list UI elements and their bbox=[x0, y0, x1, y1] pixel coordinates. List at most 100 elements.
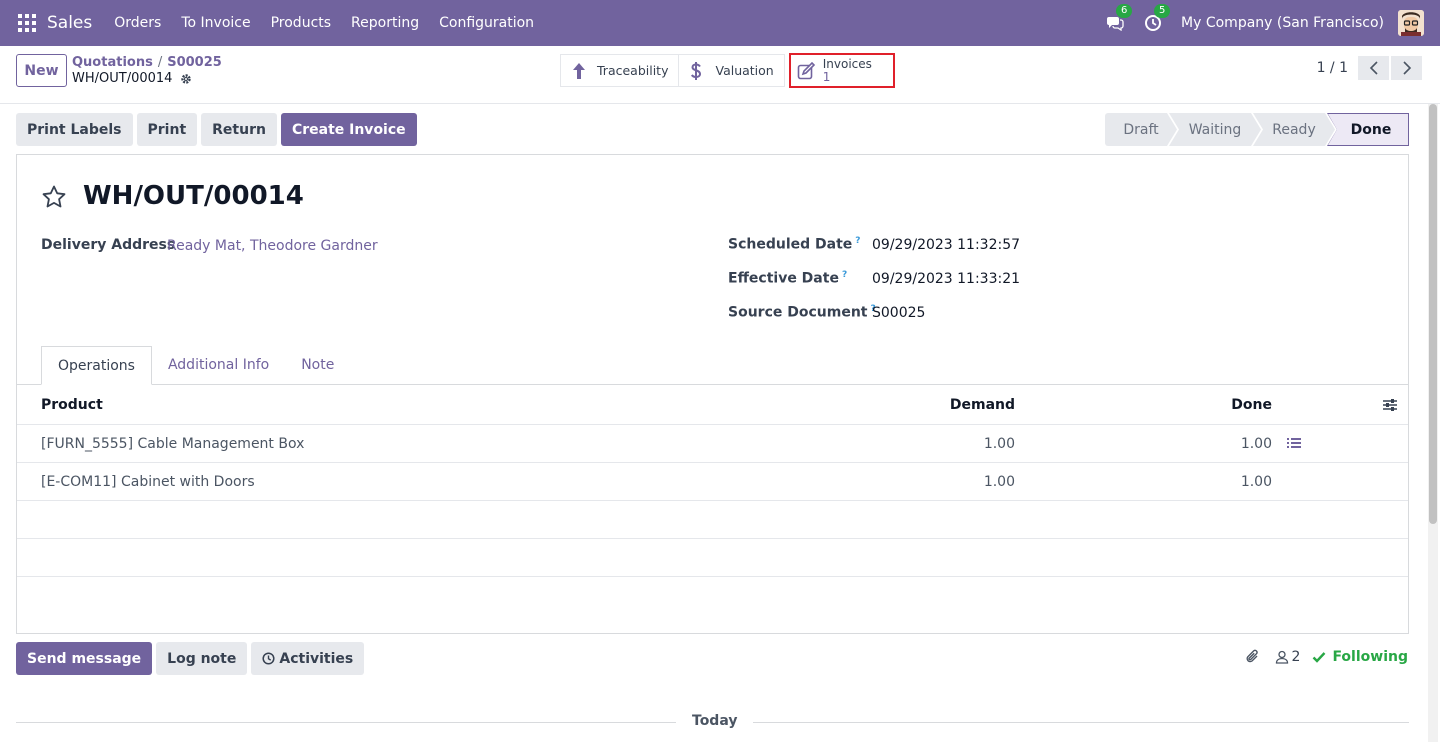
stage-done[interactable]: Done bbox=[1327, 113, 1409, 146]
pager-value[interactable]: 1 / 1 bbox=[1317, 60, 1348, 76]
scrollbar-thumb[interactable] bbox=[1429, 104, 1437, 524]
activities-icon[interactable]: 5 bbox=[1143, 4, 1171, 33]
menu-reporting[interactable]: Reporting bbox=[341, 15, 429, 31]
activities-label: Activities bbox=[279, 650, 354, 667]
empty-row bbox=[17, 501, 1408, 539]
menu-to-invoice[interactable]: To Invoice bbox=[171, 15, 260, 31]
pager: 1 / 1 bbox=[1317, 56, 1422, 80]
activities-button[interactable]: Activities bbox=[251, 642, 365, 675]
apps-menu-icon[interactable] bbox=[18, 14, 36, 32]
breadcrumb: Quotations / S00025 bbox=[72, 55, 222, 70]
arrow-up-icon bbox=[573, 62, 585, 79]
source-document-value[interactable]: S00025 bbox=[872, 305, 925, 321]
date-separator-today: Today bbox=[676, 713, 754, 729]
menu-configuration[interactable]: Configuration bbox=[429, 15, 544, 31]
tab-note[interactable]: Note bbox=[285, 346, 350, 385]
table-row[interactable]: [FURN_5555] Cable Management Box 1.00 1.… bbox=[17, 425, 1408, 463]
stage-draft[interactable]: Draft bbox=[1105, 113, 1177, 146]
pager-previous-button[interactable] bbox=[1358, 56, 1389, 80]
user-avatar[interactable] bbox=[1398, 10, 1424, 36]
scheduled-date-help-icon[interactable]: ? bbox=[855, 236, 860, 246]
valuation-button[interactable]: Valuation bbox=[679, 54, 785, 87]
tab-additional-info[interactable]: Additional Info bbox=[152, 346, 285, 385]
record-name-text: WH/OUT/00014 bbox=[72, 71, 173, 86]
print-button[interactable]: Print bbox=[136, 113, 198, 146]
company-switcher[interactable]: My Company (San Francisco) bbox=[1181, 15, 1384, 31]
valuation-label: Valuation bbox=[715, 63, 774, 78]
column-demand[interactable]: Demand bbox=[950, 397, 1015, 413]
return-button[interactable]: Return bbox=[201, 113, 277, 146]
row-product: [FURN_5555] Cable Management Box bbox=[41, 435, 305, 452]
scheduled-date-label-text: Scheduled Date bbox=[728, 236, 853, 253]
table-row[interactable]: [E-COM11] Cabinet with Doors 1.00 1.00 bbox=[17, 463, 1408, 501]
menu-products[interactable]: Products bbox=[261, 15, 341, 31]
breadcrumb-sale-order[interactable]: S00025 bbox=[167, 55, 222, 70]
app-name[interactable]: Sales bbox=[47, 13, 92, 33]
followers-count: 2 bbox=[1291, 649, 1301, 665]
activities-badge: 5 bbox=[1154, 4, 1171, 18]
effective-date-value[interactable]: 09/29/2023 11:33:21 bbox=[872, 271, 1020, 287]
column-done[interactable]: Done bbox=[1231, 397, 1272, 413]
paperclip-icon[interactable] bbox=[1245, 649, 1261, 665]
log-note-button[interactable]: Log note bbox=[156, 642, 248, 675]
print-labels-button[interactable]: Print Labels bbox=[16, 113, 133, 146]
menu-orders[interactable]: Orders bbox=[104, 15, 171, 31]
row-demand: 1.00 bbox=[983, 435, 1015, 452]
traceability-label: Traceability bbox=[597, 63, 669, 78]
empty-row bbox=[17, 539, 1408, 577]
clock-icon bbox=[262, 652, 275, 665]
breadcrumb-quotations[interactable]: Quotations bbox=[72, 55, 153, 70]
following-button[interactable]: Following bbox=[1312, 649, 1408, 665]
invoices-button[interactable]: Invoices 1 bbox=[788, 53, 895, 88]
record-title: WH/OUT/00014 bbox=[83, 181, 304, 211]
chatter-topbar-right: 2 Following bbox=[1245, 649, 1408, 665]
gear-icon[interactable] bbox=[180, 73, 192, 85]
page-scrollbar[interactable] bbox=[1428, 104, 1438, 742]
scheduled-date-value[interactable]: 09/29/2023 11:32:57 bbox=[872, 237, 1020, 253]
chevron-right-icon bbox=[1402, 61, 1411, 75]
messages-icon[interactable]: 6 bbox=[1105, 4, 1133, 33]
stage-done-label: Done bbox=[1328, 114, 1408, 145]
dollar-icon bbox=[691, 61, 702, 80]
user-icon bbox=[1275, 650, 1288, 664]
stage-waiting[interactable]: Waiting bbox=[1169, 113, 1261, 146]
edit-icon bbox=[797, 61, 815, 79]
smart-buttons: Traceability Valuation Invoices 1 bbox=[560, 53, 895, 88]
details-list-icon[interactable] bbox=[1287, 437, 1301, 449]
traceability-button[interactable]: Traceability bbox=[560, 54, 680, 87]
record-name: WH/OUT/00014 bbox=[72, 71, 192, 86]
stage-ready[interactable]: Ready bbox=[1253, 113, 1335, 146]
followers-button[interactable]: 2 bbox=[1275, 649, 1301, 665]
pager-next-button[interactable] bbox=[1391, 56, 1422, 80]
top-navbar: Sales Orders To Invoice Products Reporti… bbox=[0, 0, 1440, 46]
send-message-button[interactable]: Send message bbox=[16, 642, 153, 675]
column-product[interactable]: Product bbox=[41, 397, 103, 413]
notebook-tabs: Operations Additional Info Note bbox=[41, 346, 350, 385]
source-document-label: Source Document? bbox=[728, 304, 876, 321]
effective-date-help-icon[interactable]: ? bbox=[842, 270, 847, 280]
operations-table: Product Demand Done [FURN_5555] Cable Ma… bbox=[17, 385, 1408, 577]
table-header: Product Demand Done bbox=[17, 385, 1408, 425]
invoices-info: Invoices 1 bbox=[822, 57, 872, 84]
chevron-left-icon bbox=[1369, 61, 1378, 75]
invoices-count: 1 bbox=[822, 69, 831, 84]
action-bar: Print Labels Print Return Create Invoice bbox=[16, 113, 421, 146]
delivery-address-label: Delivery Address bbox=[41, 237, 176, 253]
create-invoice-button[interactable]: Create Invoice bbox=[280, 113, 417, 146]
star-icon[interactable] bbox=[41, 184, 67, 210]
main-menu: Orders To Invoice Products Reporting Con… bbox=[104, 15, 544, 31]
chatter-actions: Send message Log note Activities bbox=[16, 642, 368, 675]
scheduled-date-label: Scheduled Date? bbox=[728, 236, 861, 253]
check-icon bbox=[1313, 652, 1326, 663]
status-bar: Draft Waiting Ready Done bbox=[1105, 113, 1409, 146]
systray: 6 5 My Company (San Francisco) bbox=[1105, 0, 1440, 46]
row-product: [E-COM11] Cabinet with Doors bbox=[41, 473, 255, 490]
effective-date-label: Effective Date? bbox=[728, 270, 847, 287]
following-label: Following bbox=[1332, 649, 1408, 665]
form-sheet: WH/OUT/00014 Delivery Address Ready Mat,… bbox=[16, 154, 1409, 634]
tab-operations[interactable]: Operations bbox=[41, 346, 152, 385]
delivery-address-value[interactable]: Ready Mat, Theodore Gardner bbox=[167, 238, 378, 254]
new-button[interactable]: New bbox=[16, 54, 67, 87]
source-document-label-text: Source Document bbox=[728, 304, 868, 321]
optional-columns-icon[interactable] bbox=[1382, 398, 1398, 412]
